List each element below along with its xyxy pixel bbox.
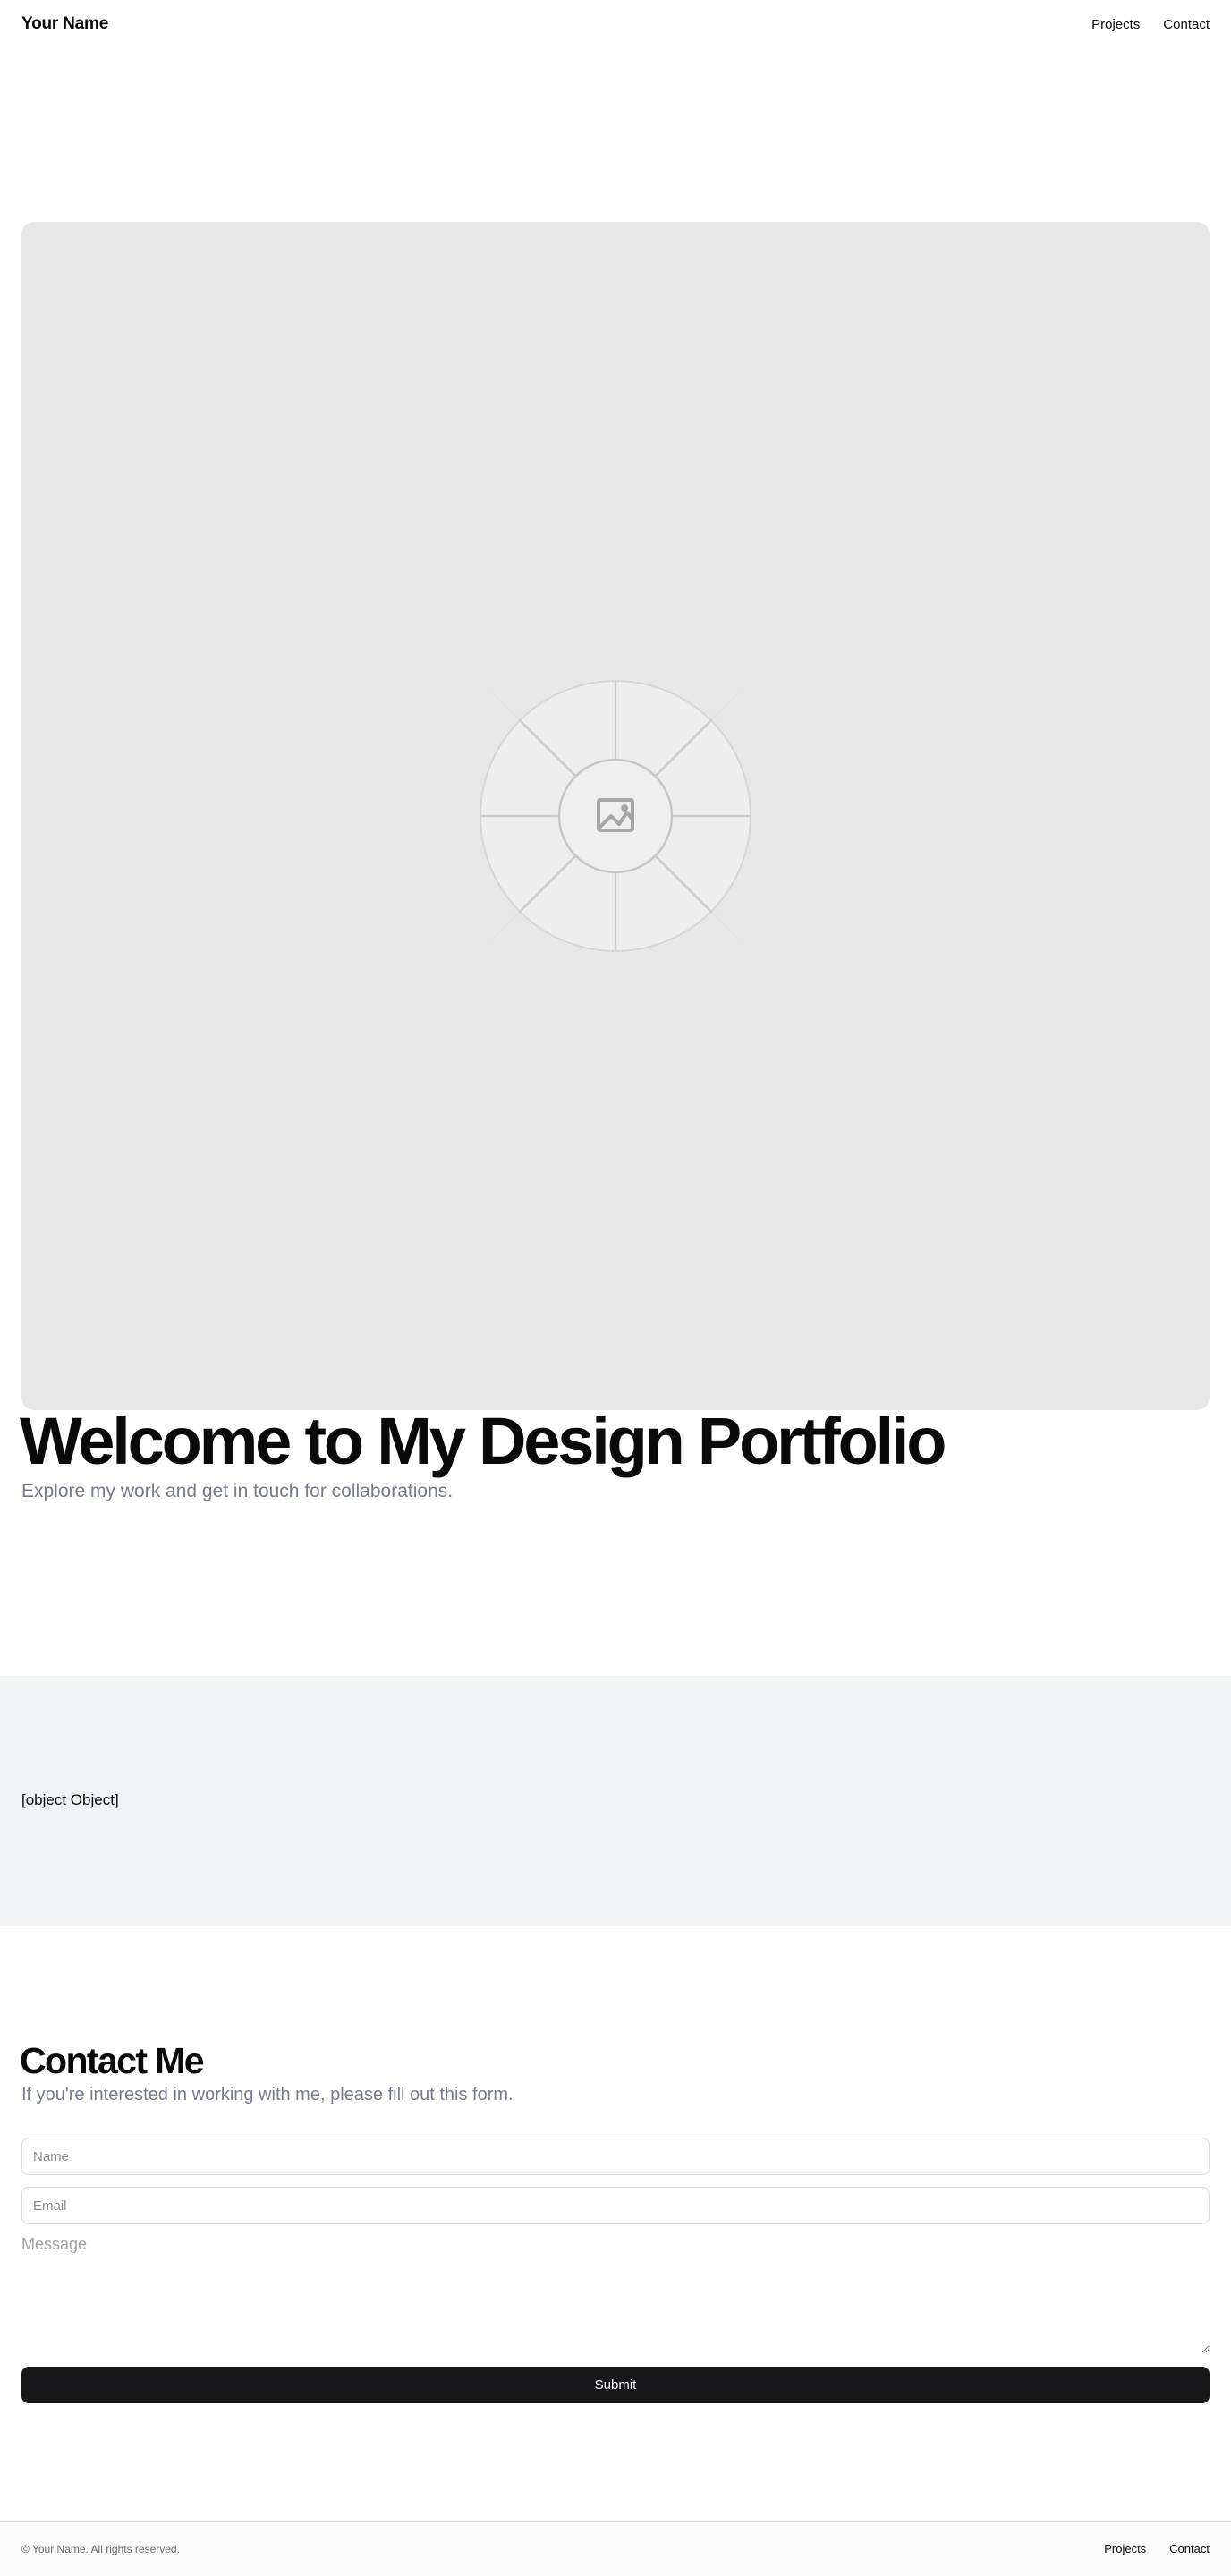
projects-content: [object Object] <box>21 1791 119 1808</box>
hero-subtitle: Explore my work and get in touch for col… <box>21 1481 454 1501</box>
message-textarea[interactable] <box>21 2235 1210 2353</box>
site-header: Your Name Projects Contact <box>0 0 1231 50</box>
hero-image-placeholder <box>21 222 1210 1410</box>
contact-subtitle: If you're interested in working with me,… <box>21 2085 514 2104</box>
footer-link-projects[interactable]: Projects <box>1104 2542 1146 2555</box>
name-input[interactable] <box>21 2138 1210 2175</box>
projects-section: [object Object] <box>0 1676 1231 1926</box>
email-input[interactable] <box>21 2187 1210 2224</box>
nav-link-projects[interactable]: Projects <box>1091 17 1140 32</box>
footer-nav: Projects Contact <box>1104 2542 1210 2555</box>
site-brand[interactable]: Your Name <box>21 14 108 34</box>
footer-link-contact[interactable]: Contact <box>1169 2542 1210 2555</box>
nav-link-contact[interactable]: Contact <box>1163 17 1210 32</box>
copyright-text: © Your Name. All rights reserved. <box>21 2543 180 2555</box>
image-placeholder-icon <box>427 627 804 1005</box>
submit-button[interactable]: Submit <box>21 2367 1210 2403</box>
contact-title: Contact Me <box>20 2040 205 2081</box>
hero-title: Welcome to My Design Portfolio <box>20 1404 947 1478</box>
header-nav: Projects Contact <box>1091 17 1210 32</box>
site-footer: © Your Name. All rights reserved. Projec… <box>0 2521 1231 2576</box>
